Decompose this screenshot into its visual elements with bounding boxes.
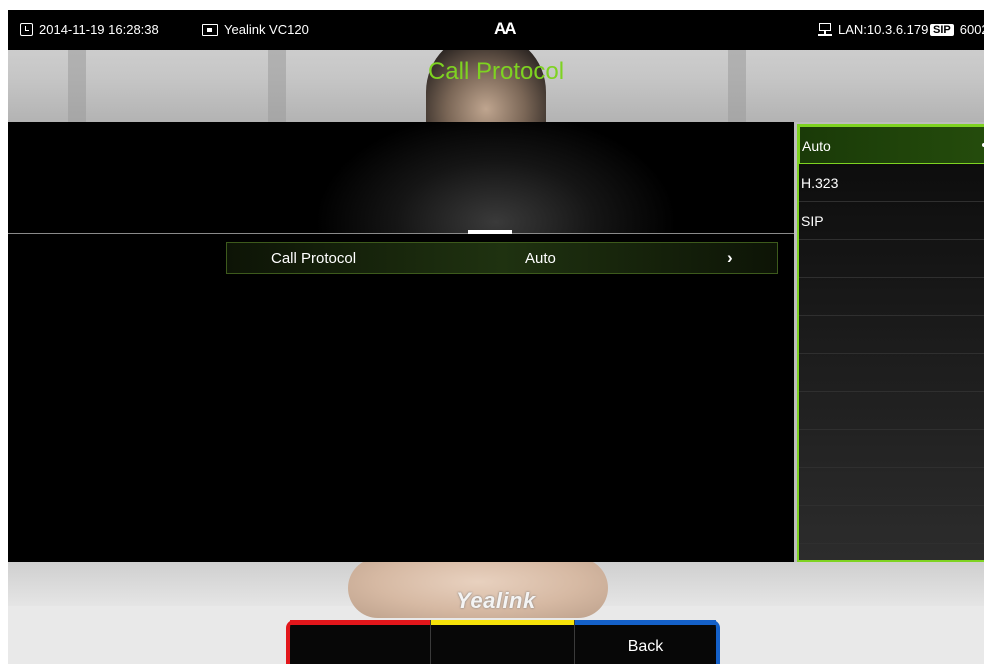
sip-status: SIP 6002 <box>930 22 984 37</box>
lan-address: LAN:10.3.6.179 <box>838 22 929 37</box>
sip-icon: SIP <box>930 23 954 36</box>
option-empty <box>799 240 984 278</box>
option-empty <box>799 316 984 354</box>
sip-account: 6002 <box>959 22 984 37</box>
yealink-logo: Yealink <box>456 588 536 613</box>
setting-row-call-protocol[interactable]: Call Protocol Auto › <box>226 242 778 274</box>
option-label: H.323 <box>801 175 839 191</box>
screen: 2014-11-19 16:28:38 Yealink VC120 AA LAN… <box>8 10 984 664</box>
softkey-bar: Back <box>286 620 720 664</box>
device-icon <box>202 23 218 36</box>
setting-value: Auto <box>525 250 556 267</box>
page-title: Call Protocol <box>427 58 565 85</box>
datetime: 2014-11-19 16:28:38 <box>20 22 159 37</box>
option-empty <box>799 468 984 506</box>
blue-key-indicator <box>575 620 716 625</box>
back-button[interactable]: Back <box>574 620 720 664</box>
softkey-yellow[interactable] <box>430 620 574 664</box>
chevron-right-icon: › <box>727 248 733 267</box>
setting-label: Call Protocol <box>271 250 357 267</box>
option-empty <box>799 354 984 392</box>
page-indicator <box>468 230 512 234</box>
red-key-indicator <box>290 620 430 625</box>
back-button-label: Back <box>627 638 664 655</box>
option-label: Auto <box>802 138 831 154</box>
menu-header <box>8 122 794 234</box>
device-name-text: Yealink VC120 <box>224 22 309 37</box>
menu-panel: Call Protocol Auto › <box>8 122 794 562</box>
softkey-red[interactable] <box>286 620 430 664</box>
device-name: Yealink VC120 <box>202 22 309 37</box>
option-label: SIP <box>801 213 824 229</box>
font-size-icon: AA <box>494 19 517 38</box>
status-bar: 2014-11-19 16:28:38 Yealink VC120 AA LAN… <box>8 10 984 50</box>
title-divider <box>8 233 794 234</box>
option-empty <box>799 278 984 316</box>
option-empty <box>799 506 984 544</box>
datetime-text: 2014-11-19 16:28:38 <box>39 22 159 37</box>
option-h323[interactable]: H.323 <box>799 164 984 202</box>
lan-status: LAN:10.3.6.179 <box>818 22 928 37</box>
option-empty <box>799 392 984 430</box>
option-auto[interactable]: Auto <box>799 126 984 164</box>
option-sip[interactable]: SIP <box>799 202 984 240</box>
yellow-key-indicator <box>431 620 574 625</box>
network-icon <box>818 22 832 37</box>
clock-icon <box>20 23 33 36</box>
option-empty <box>799 430 984 468</box>
option-list[interactable]: Auto H.323 SIP <box>797 124 984 562</box>
